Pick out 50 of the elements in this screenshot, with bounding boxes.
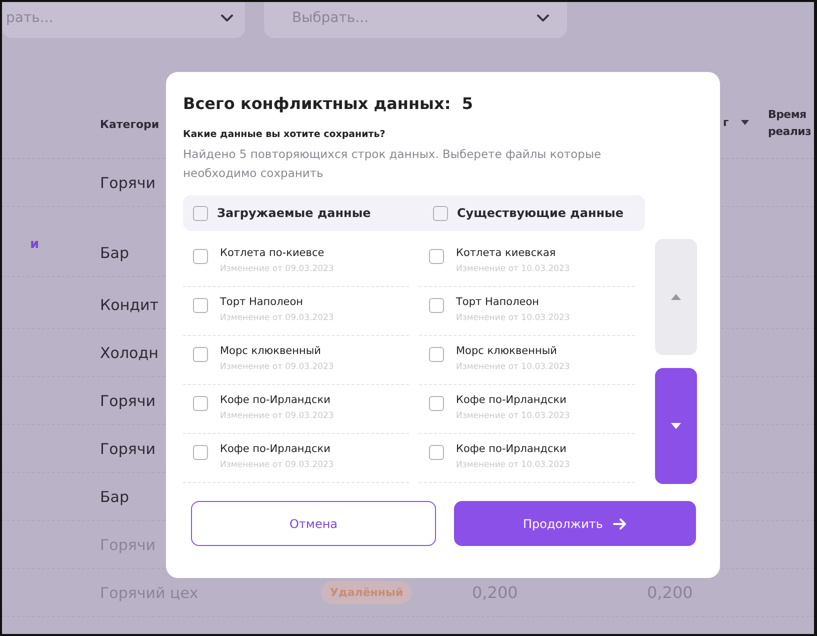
checkbox[interactable] bbox=[429, 445, 444, 460]
status-badge: Удалённый bbox=[321, 581, 412, 604]
table-cell: Бар bbox=[100, 244, 130, 262]
column-label: Существующие данные bbox=[457, 206, 624, 220]
chevron-down-icon bbox=[537, 14, 549, 22]
item-name: Котлета по-киевсе bbox=[220, 247, 326, 259]
scroll-down-button[interactable] bbox=[655, 368, 697, 484]
select-field[interactable]: рать... bbox=[2, 2, 245, 38]
item-name: Кофе по-Ирландски bbox=[220, 443, 332, 455]
chevron-down-icon bbox=[221, 14, 233, 22]
checkbox[interactable] bbox=[193, 445, 208, 460]
item-name: Котлета киевская bbox=[456, 247, 557, 259]
item-name: Торт Наполеон bbox=[456, 296, 540, 308]
select-field[interactable]: Выбрать... bbox=[264, 2, 567, 38]
column-header: Время реализ bbox=[768, 107, 812, 140]
continue-button[interactable]: Продолжить bbox=[454, 501, 696, 546]
item-name: Кофе по-Ирландски bbox=[456, 443, 568, 455]
side-link[interactable]: и bbox=[30, 237, 40, 252]
sort-caret-icon bbox=[740, 120, 749, 125]
item-name: Торт Наполеон bbox=[220, 296, 304, 308]
table-cell: Горячи bbox=[100, 440, 156, 458]
checkbox[interactable] bbox=[193, 249, 208, 264]
caret-down-icon bbox=[671, 423, 681, 429]
column-header: г bbox=[723, 116, 729, 129]
checkbox[interactable] bbox=[193, 206, 208, 220]
caret-up-icon bbox=[671, 294, 681, 300]
item-name: Морс клюквенный bbox=[456, 345, 558, 357]
table-cell: Бар bbox=[100, 488, 130, 506]
dialog-description: Найдено 5 повторяющихся строк данных. Выберете файлы которые необходимо сохранить bbox=[183, 146, 602, 182]
column-label: Загружаемые данные bbox=[217, 206, 371, 220]
table-cell: Холодн bbox=[100, 344, 158, 362]
checkbox[interactable] bbox=[429, 249, 444, 264]
item-name: Кофе по-Ирландски bbox=[456, 394, 568, 406]
dialog-question: Какие данные вы хотите сохранить? bbox=[183, 129, 386, 140]
table-cell: Горячи bbox=[100, 392, 156, 410]
item-name: Морс клюквенный bbox=[220, 345, 322, 357]
arrow-right-icon bbox=[612, 518, 627, 530]
checkbox[interactable] bbox=[429, 347, 444, 362]
table-cell: Горячи bbox=[100, 174, 156, 192]
item-name: Кофе по-Ирландски bbox=[220, 394, 332, 406]
checkbox[interactable] bbox=[193, 298, 208, 313]
column-header: Категори bbox=[100, 118, 160, 130]
checkbox[interactable] bbox=[433, 206, 448, 220]
checkbox[interactable] bbox=[193, 347, 208, 362]
dialog-title: Всего конфликтных данных: 5 bbox=[183, 94, 474, 113]
table-cell: Кондит bbox=[100, 296, 158, 314]
checkbox[interactable] bbox=[429, 298, 444, 313]
checkbox[interactable] bbox=[429, 396, 444, 411]
checkbox[interactable] bbox=[193, 396, 208, 411]
cancel-button[interactable]: Отмена bbox=[191, 501, 436, 546]
